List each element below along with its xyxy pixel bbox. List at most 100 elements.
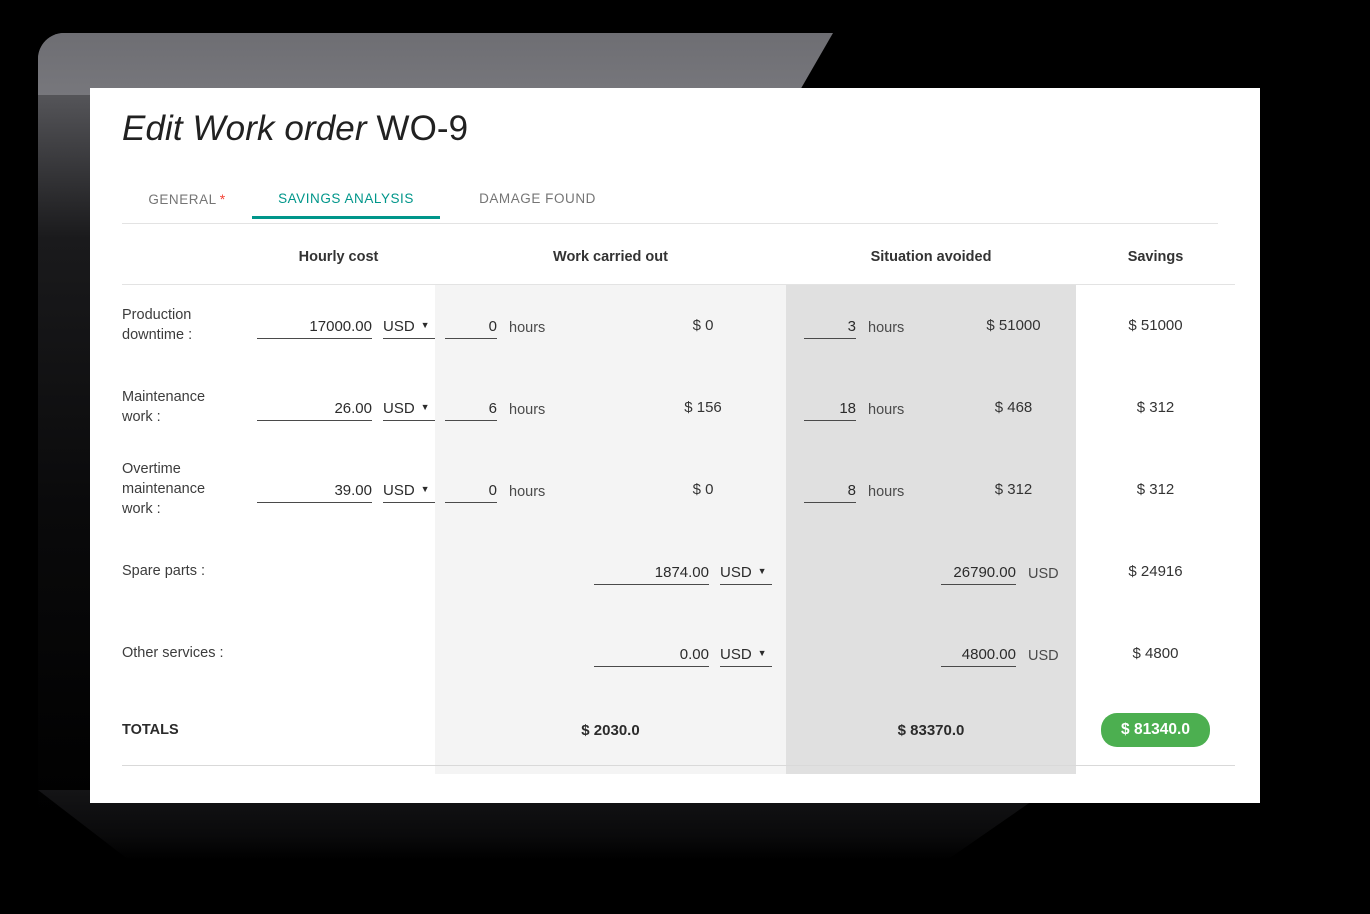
avoided-amount-input-other-services[interactable]: 4800.00 [941,640,1016,667]
avoided-hours-input-maintenance-work[interactable]: 18 [804,394,856,421]
backdrop-top-slab [38,33,833,95]
backdrop-left-panel [38,33,98,823]
table-row: Production downtime : 17000.00 USD ▼ 0 h… [122,284,1235,366]
hourly-cost-input-maintenance-work[interactable]: 26.00 [257,394,372,421]
work-hours-unit-overtime-maintenance-work: hours [509,483,546,500]
work-amount-input-spare-parts[interactable]: 1874.00 [594,558,709,585]
savings-cell-production-downtime: $ 51000 [1076,317,1235,334]
chevron-down-icon: ▼ [420,401,430,412]
work-order-card: Edit Work order WO-9 GENERAL * SAVINGS AN… [90,88,1260,803]
tab-bar: GENERAL * SAVINGS ANALYSIS DAMAGE FOUND [122,183,1218,224]
avoided-currency-value-other-services: USD [1028,647,1059,664]
totals-avoided-value: $ 83370.0 [897,721,965,739]
work-hours-input-overtime-maintenance-work[interactable]: 0 [445,476,497,503]
hourly-cost-group-maintenance-work: 26.00 USD ▼ [242,394,435,421]
page-title: Edit Work order WO-9 [122,109,468,149]
avoided-hours-unit-production-downtime: hours [868,319,905,336]
hourly-currency-select-maintenance-work[interactable]: USD ▼ [383,394,435,421]
table-row: Spare parts : 1874.00 USD ▼ 26790.00 USD… [122,530,1235,612]
avoided-amount-overtime-maintenance-work: $ 312 [994,480,1033,498]
page-title-prefix: Edit Work order [122,109,367,148]
avoided-cell-production-downtime: 3 hours $ 51000 [786,312,1076,339]
savings-analysis-table: Hourly cost Work carried out Situation a… [122,229,1235,774]
chevron-down-icon: ▼ [420,319,430,330]
header-work-carried-out: Work carried out [553,248,668,265]
hourly-currency-value-maintenance-work: USD [383,399,415,417]
totals-work-cell: $ 2030.0 [435,722,786,739]
tab-damage-found-label: DAMAGE FOUND [479,191,596,206]
hourly-cost-group-overtime-maintenance-work: 39.00 USD ▼ [242,476,435,503]
avoided-cell-other-services: 4800.00 USD [786,640,1076,667]
table-header-row: Hourly cost Work carried out Situation a… [122,229,1235,284]
savings-value-maintenance-work: $ 312 [1136,398,1175,416]
row-label-spare-parts: Spare parts : [122,563,206,579]
work-currency-select-other-services[interactable]: USD ▼ [720,640,772,667]
savings-value-production-downtime: $ 51000 [1128,316,1183,334]
avoided-hours-input-production-downtime[interactable]: 3 [804,312,856,339]
required-asterisk-icon: * [219,191,226,207]
avoided-cell-spare-parts: 26790.00 USD [786,558,1076,585]
totals-avoided-cell: $ 83370.0 [786,722,1076,739]
work-cell-other-services: 0.00 USD ▼ [435,640,786,667]
screen-background: Edit Work order WO-9 GENERAL * SAVINGS AN… [0,0,1370,914]
work-amount-input-other-services[interactable]: 0.00 [594,640,709,667]
work-currency-select-spare-parts[interactable]: USD ▼ [720,558,772,585]
savings-cell-spare-parts: $ 24916 [1076,563,1235,580]
avoided-hours-input-overtime-maintenance-work[interactable]: 8 [804,476,856,503]
totals-label: TOTALS [122,722,179,738]
hourly-currency-value-overtime-maintenance-work: USD [383,481,415,499]
totals-row: TOTALS $ 2030.0 $ 83370.0 $ 81340.0 [122,694,1235,766]
totals-savings-cell: $ 81340.0 [1076,713,1235,747]
avoided-amount-maintenance-work: $ 468 [994,398,1033,416]
table-row: Maintenance work : 26.00 USD ▼ 6 hours $… [122,366,1235,448]
work-amount-overtime-maintenance-work: $ 0 [692,480,714,498]
hourly-cost-input-overtime-maintenance-work[interactable]: 39.00 [257,476,372,503]
work-amount-production-downtime: $ 0 [692,316,714,334]
work-amount-maintenance-work: $ 156 [684,398,722,416]
savings-cell-other-services: $ 4800 [1076,645,1235,662]
hourly-cost-input-production-downtime[interactable]: 17000.00 [257,312,372,339]
work-cell-maintenance-work: 6 hours $ 156 [435,394,786,421]
work-hours-input-maintenance-work[interactable]: 6 [445,394,497,421]
header-savings: Savings [1127,248,1184,265]
row-label-other-services: Other services : [122,645,224,661]
header-situation-avoided: Situation avoided [870,248,992,265]
hourly-cost-group-production-downtime: 17000.00 USD ▼ [242,312,435,339]
hourly-currency-select-overtime-maintenance-work[interactable]: USD ▼ [383,476,435,503]
tab-savings-analysis-label: SAVINGS ANALYSIS [278,191,414,206]
savings-value-overtime-maintenance-work: $ 312 [1136,480,1175,498]
totals-work-value: $ 2030.0 [581,721,640,739]
savings-value-other-services: $ 4800 [1132,644,1179,662]
header-hourly-cost: Hourly cost [298,248,379,265]
hourly-currency-value-production-downtime: USD [383,317,415,335]
work-hours-unit-production-downtime: hours [509,319,546,336]
avoided-cell-overtime-maintenance-work: 8 hours $ 312 [786,476,1076,503]
tab-general[interactable]: GENERAL * [122,183,252,219]
row-label-overtime-maintenance-work: Overtime maintenance work : [122,461,206,517]
work-cell-overtime-maintenance-work: 0 hours $ 0 [435,476,786,503]
chevron-down-icon: ▼ [757,565,767,576]
work-hours-input-production-downtime[interactable]: 0 [445,312,497,339]
avoided-hours-unit-overtime-maintenance-work: hours [868,483,905,500]
savings-value-spare-parts: $ 24916 [1128,562,1183,580]
chevron-down-icon: ▼ [757,647,767,658]
tab-general-label: GENERAL [148,192,217,207]
work-hours-unit-maintenance-work: hours [509,401,546,418]
tab-savings-analysis[interactable]: SAVINGS ANALYSIS [252,183,440,219]
status-badge[interactable]: $ 81340.0 [1101,713,1210,747]
row-label-maintenance-work: Maintenance work : [122,389,206,425]
hourly-currency-select-production-downtime[interactable]: USD ▼ [383,312,435,339]
avoided-hours-unit-maintenance-work: hours [868,401,905,418]
avoided-amount-input-spare-parts[interactable]: 26790.00 [941,558,1016,585]
savings-cell-overtime-maintenance-work: $ 312 [1076,481,1235,498]
avoided-currency-value-spare-parts: USD [1028,565,1059,582]
chevron-down-icon: ▼ [420,483,430,494]
avoided-amount-production-downtime: $ 51000 [986,316,1041,334]
work-cell-spare-parts: 1874.00 USD ▼ [435,558,786,585]
header-label-cell [122,229,242,284]
work-currency-value-other-services: USD [720,645,752,663]
totals-divider [122,765,1235,766]
savings-cell-maintenance-work: $ 312 [1076,399,1235,416]
tab-damage-found[interactable]: DAMAGE FOUND [466,183,609,218]
work-currency-value-spare-parts: USD [720,563,752,581]
